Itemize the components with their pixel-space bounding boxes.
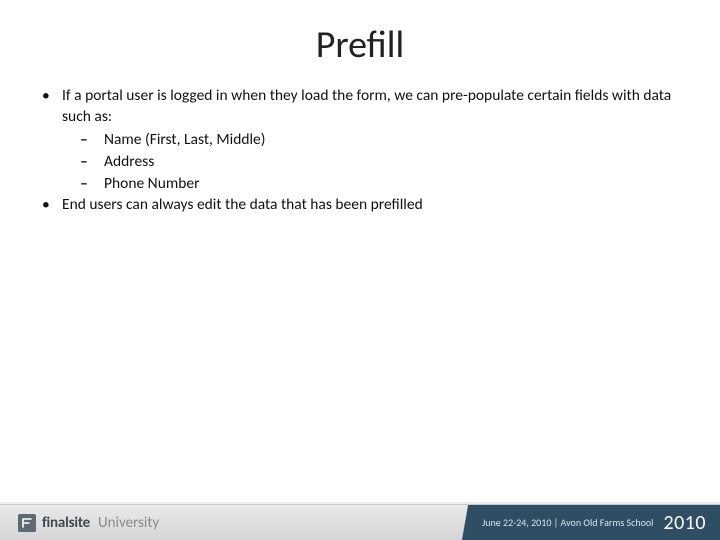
sub-bullet-text: Address — [104, 152, 682, 173]
slide: Prefill • If a portal user is logged in … — [0, 0, 720, 540]
finalsite-logo-icon — [18, 514, 36, 532]
brand-suffix: University — [98, 514, 159, 532]
bullet-text: End users can always edit the data that … — [62, 195, 682, 216]
footer-left: finalsite University — [0, 505, 472, 540]
slide-title: Prefill — [0, 0, 720, 86]
slide-footer: finalsite University June 22-24, 2010 | … — [0, 498, 720, 540]
bullet-item: • If a portal user is logged in when the… — [38, 86, 682, 128]
dash-marker: – — [80, 174, 104, 195]
footer-right: June 22-24, 2010 | Avon Old Farms School… — [472, 505, 720, 540]
brand-name: finalsite — [42, 514, 90, 532]
bullet-item: • End users can always edit the data tha… — [38, 195, 682, 216]
sub-bullet-item: – Name (First, Last, Middle) — [38, 130, 682, 151]
event-info: June 22-24, 2010 | Avon Old Farms School — [482, 516, 653, 529]
footer-bar: finalsite University June 22-24, 2010 | … — [0, 504, 720, 540]
slide-body: • If a portal user is logged in when the… — [0, 86, 720, 216]
sub-bullet-text: Phone Number — [104, 174, 682, 195]
dash-marker: – — [80, 152, 104, 173]
event-year: 2010 — [663, 511, 706, 535]
sub-bullet-text: Name (First, Last, Middle) — [104, 130, 682, 151]
bullet-text: If a portal user is logged in when they … — [62, 86, 682, 128]
sub-bullet-item: – Address — [38, 152, 682, 173]
bullet-marker: • — [38, 195, 62, 216]
sub-bullet-item: – Phone Number — [38, 174, 682, 195]
bullet-marker: • — [38, 86, 62, 128]
dash-marker: – — [80, 130, 104, 151]
